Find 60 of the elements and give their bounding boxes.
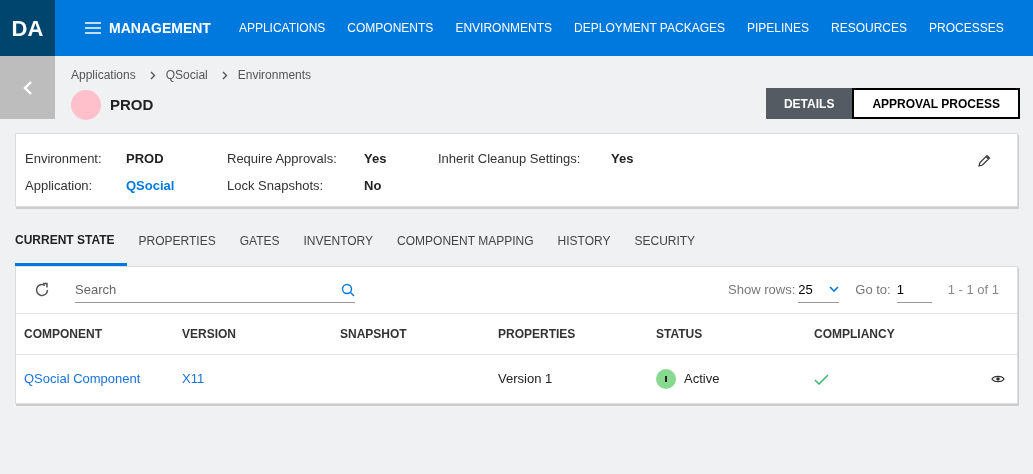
nav-link[interactable]: PIPELINES bbox=[747, 19, 810, 37]
nav-link[interactable]: ENVIRONMENTS bbox=[455, 19, 553, 37]
rows-per-page-dropdown[interactable]: 25 bbox=[798, 277, 840, 303]
field-value: Yes bbox=[611, 150, 634, 165]
nav-link[interactable]: PROCESSES bbox=[929, 19, 1004, 37]
chevron-right-icon bbox=[221, 70, 228, 80]
breadcrumb-link[interactable]: QSocial bbox=[165, 66, 208, 84]
field-label: Lock Snapshots: bbox=[227, 177, 325, 192]
pencil-icon bbox=[977, 154, 991, 168]
breadcrumb-link[interactable]: Environments bbox=[237, 66, 312, 84]
breadcrumb-link[interactable]: Applications bbox=[71, 66, 136, 84]
eye-icon bbox=[991, 374, 1005, 384]
field-label: Application: bbox=[25, 177, 94, 192]
tab[interactable]: COMPONENT MAPPING bbox=[385, 229, 546, 266]
component-link[interactable]: QSocial Component bbox=[24, 369, 141, 389]
chevron-right-icon bbox=[149, 70, 156, 80]
tab[interactable]: SECURITY bbox=[622, 229, 708, 266]
table-cell-text: Version 1 bbox=[498, 370, 553, 389]
column-header: VERSION bbox=[182, 326, 237, 343]
nav-link[interactable]: COMPONENTS bbox=[347, 19, 434, 37]
column-header: SNAPSHOT bbox=[340, 326, 408, 343]
field-label: Environment: bbox=[25, 150, 103, 165]
chevron-left-icon bbox=[22, 80, 33, 95]
status-icon bbox=[656, 369, 676, 389]
search-icon bbox=[341, 282, 355, 297]
column-header: PROPERTIES bbox=[498, 326, 577, 343]
edit-button[interactable] bbox=[977, 154, 991, 168]
logo[interactable]: DA bbox=[0, 0, 55, 56]
menu-button[interactable]: MANAGEMENT bbox=[85, 17, 211, 39]
status-text: Active bbox=[684, 370, 720, 389]
version-link[interactable]: X11 bbox=[182, 369, 205, 389]
column-header: COMPLIANCY bbox=[814, 326, 896, 343]
nav-link[interactable]: APPLICATIONS bbox=[238, 19, 326, 37]
page-title: PROD bbox=[110, 94, 154, 115]
refresh-button[interactable] bbox=[34, 282, 50, 298]
field-value: No bbox=[364, 177, 382, 192]
tab[interactable]: INVENTORY bbox=[291, 229, 386, 266]
tab[interactable]: PROPERTIES bbox=[126, 229, 228, 266]
nav-link[interactable]: RESOURCES bbox=[831, 19, 908, 37]
field-label: Require Approvals: bbox=[227, 150, 338, 165]
field-value: Yes bbox=[364, 150, 387, 165]
go-to-label: Go to: bbox=[855, 281, 891, 300]
menu-icon bbox=[85, 22, 101, 34]
refresh-icon bbox=[34, 282, 50, 298]
field-link[interactable]: QSocial bbox=[126, 176, 175, 192]
field-label: Inherit Cleanup Settings: bbox=[438, 150, 582, 165]
chevron-down-icon bbox=[829, 286, 840, 293]
show-rows-label: Show rows: bbox=[728, 281, 796, 300]
view-toggle-button[interactable]: DETAILS bbox=[765, 88, 853, 119]
column-header: COMPONENT bbox=[24, 326, 103, 343]
column-header: STATUS bbox=[656, 326, 704, 343]
field-value: PROD bbox=[126, 150, 164, 165]
nav-link[interactable]: DEPLOYMENT PACKAGES bbox=[574, 19, 725, 37]
tab[interactable]: HISTORY bbox=[545, 229, 623, 266]
pagination-range: 1 - 1 of 1 bbox=[947, 281, 999, 300]
search-field[interactable]: Search bbox=[75, 277, 341, 302]
view-button[interactable] bbox=[991, 374, 1005, 384]
tab[interactable]: GATES bbox=[227, 229, 292, 266]
view-toggle-button[interactable]: APPROVAL PROCESS bbox=[852, 88, 1020, 119]
go-to-field[interactable]: 1 bbox=[896, 277, 932, 303]
